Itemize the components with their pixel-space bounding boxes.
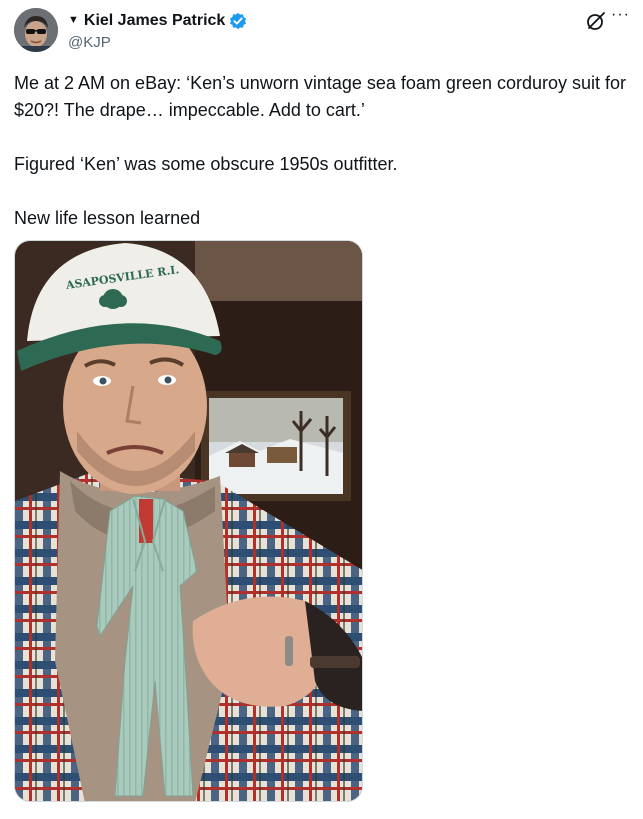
tweet-paragraph: Figured ‘Ken’ was some obscure 1950s out… xyxy=(14,154,398,174)
author-name-prefix: ▼ xyxy=(68,14,79,26)
author-name[interactable]: Kiel James Patrick xyxy=(84,12,225,30)
verified-badge-icon xyxy=(230,12,247,29)
tweet-paragraph: Me at 2 AM on eBay: ‘Ken’s unworn vintag… xyxy=(14,73,626,120)
more-options-button[interactable]: ··· xyxy=(611,6,630,24)
wall-painting xyxy=(201,391,351,501)
author-avatar[interactable] xyxy=(14,8,58,52)
author-header: ▼ Kiel James Patrick @KJP xyxy=(68,10,247,51)
grok-icon[interactable] xyxy=(586,11,606,31)
tweet-paragraph: New life lesson learned xyxy=(14,208,201,228)
tweet-text: Me at 2 AM on eBay: ‘Ken’s unworn vintag… xyxy=(14,70,634,232)
tweet: ▼ Kiel James Patrick @KJP ··· Me at 2 AM… xyxy=(0,0,643,819)
author-handle[interactable]: @KJP xyxy=(68,34,247,51)
tweet-photo[interactable]: ASAPOSVILLE R.I. xyxy=(14,240,363,802)
